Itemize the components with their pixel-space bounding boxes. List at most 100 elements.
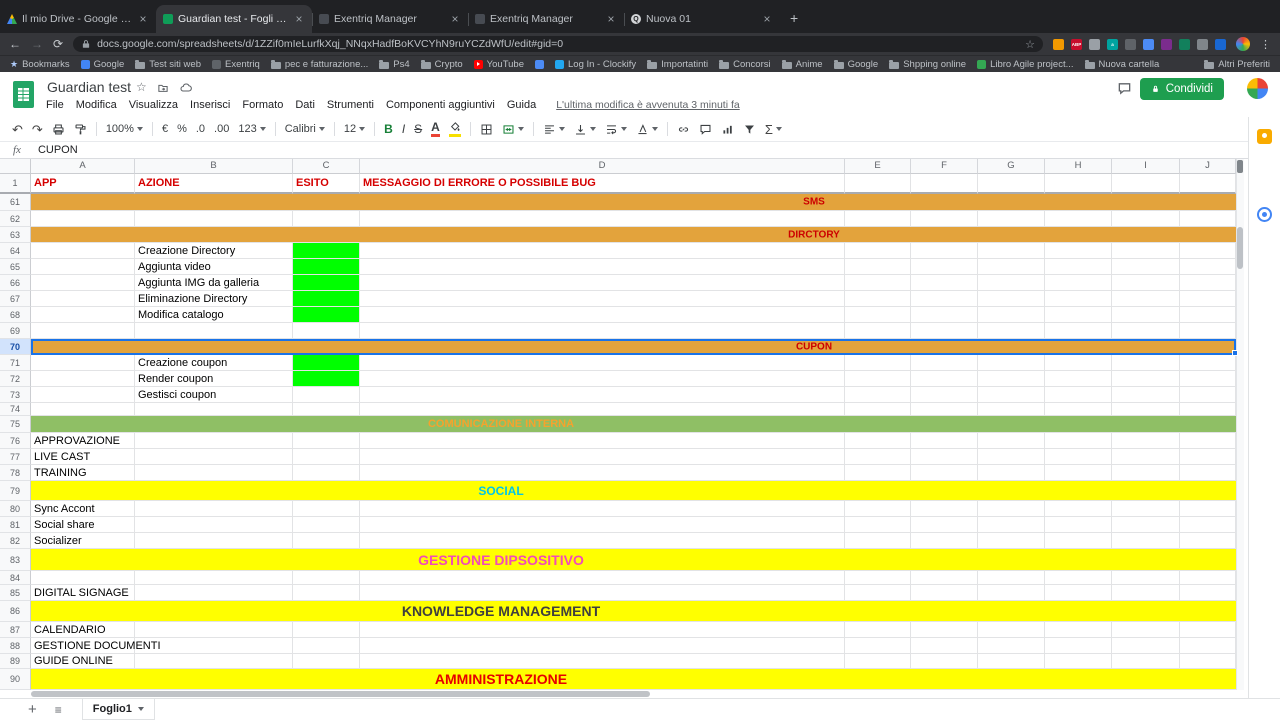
cell-F69[interactable] <box>911 323 978 339</box>
row-header-62[interactable]: 62 <box>0 211 31 227</box>
row-header-83[interactable]: 83 <box>0 549 31 571</box>
cell-B67[interactable]: Eliminazione Directory <box>135 291 293 307</box>
cell-H76[interactable] <box>1045 433 1112 449</box>
cell-F89[interactable] <box>911 654 978 669</box>
cell-C88[interactable] <box>293 638 360 654</box>
row-header-74[interactable]: 74 <box>0 403 31 416</box>
cell-D68[interactable] <box>360 307 845 323</box>
functions-button[interactable]: Σ <box>765 123 782 136</box>
cell-B73[interactable]: Gestisci coupon <box>135 387 293 403</box>
cell-G67[interactable] <box>978 291 1045 307</box>
cell-H67[interactable] <box>1045 291 1112 307</box>
cell-I78[interactable] <box>1112 465 1180 481</box>
cell-A89[interactable]: GUIDE ONLINE <box>31 654 135 669</box>
cell-F78[interactable] <box>911 465 978 481</box>
cell-D80[interactable] <box>360 501 845 517</box>
cell-A73[interactable] <box>31 387 135 403</box>
cell-A77[interactable]: LIVE CAST <box>31 449 135 465</box>
cell-F67[interactable] <box>911 291 978 307</box>
cell-G65[interactable] <box>978 259 1045 275</box>
cell-I77[interactable] <box>1112 449 1180 465</box>
column-header-D[interactable]: D <box>360 159 845 174</box>
cell-H80[interactable] <box>1045 501 1112 517</box>
cell-A71[interactable] <box>31 355 135 371</box>
cell-G84[interactable] <box>978 571 1045 585</box>
browser-menu-icon[interactable]: ⋮ <box>1260 38 1271 51</box>
extension-gray-3-icon[interactable] <box>1197 39 1208 50</box>
redo-icon[interactable]: ↷ <box>32 123 43 136</box>
row-header-80[interactable]: 80 <box>0 501 31 517</box>
back-icon[interactable]: ← <box>9 38 21 50</box>
row-header-68[interactable]: 68 <box>0 307 31 323</box>
cell-F76[interactable] <box>911 433 978 449</box>
fill-handle[interactable] <box>1232 350 1238 356</box>
cell-A62[interactable] <box>31 211 135 227</box>
bold-button[interactable]: B <box>384 123 393 135</box>
cell-C1[interactable]: ESITO <box>293 174 360 194</box>
cell-F81[interactable] <box>911 517 978 533</box>
menu-guida[interactable]: Guida <box>507 99 536 111</box>
paint-format-icon[interactable] <box>74 123 87 136</box>
bookmark-item[interactable]: Importatinti <box>647 59 708 70</box>
row-header-72[interactable]: 72 <box>0 371 31 387</box>
menu-formato[interactable]: Formato <box>242 99 283 111</box>
cell-E71[interactable] <box>845 355 911 371</box>
cell-C68[interactable] <box>293 307 360 323</box>
cell-E62[interactable] <box>845 211 911 227</box>
cell-F1[interactable] <box>911 174 978 194</box>
column-header-F[interactable]: F <box>911 159 978 174</box>
cell-D76[interactable] <box>360 433 845 449</box>
cell-H88[interactable] <box>1045 638 1112 654</box>
cell-C76[interactable] <box>293 433 360 449</box>
band-79[interactable]: SOCIAL <box>31 481 1236 501</box>
cell-B85[interactable] <box>135 585 293 601</box>
all-sheets-icon[interactable]: ≡ <box>55 704 62 716</box>
cell-I89[interactable] <box>1112 654 1180 669</box>
cell-I74[interactable] <box>1112 403 1180 416</box>
cell-B1[interactable]: AZIONE <box>135 174 293 194</box>
bookmark-item[interactable]: YouTube <box>474 59 524 70</box>
cell-I80[interactable] <box>1112 501 1180 517</box>
row-header-64[interactable]: 64 <box>0 243 31 259</box>
cell-F85[interactable] <box>911 585 978 601</box>
cell-A76[interactable]: APPROVAZIONE <box>31 433 135 449</box>
cell-J71[interactable] <box>1180 355 1236 371</box>
cell-I88[interactable] <box>1112 638 1180 654</box>
cell-J67[interactable] <box>1180 291 1236 307</box>
extension-green-icon[interactable] <box>1179 39 1190 50</box>
cell-C89[interactable] <box>293 654 360 669</box>
cell-F66[interactable] <box>911 275 978 291</box>
cell-E74[interactable] <box>845 403 911 416</box>
cell-J84[interactable] <box>1180 571 1236 585</box>
extension-orange-icon[interactable] <box>1053 39 1064 50</box>
cell-H73[interactable] <box>1045 387 1112 403</box>
cell-D87[interactable] <box>360 622 845 638</box>
cell-F88[interactable] <box>911 638 978 654</box>
cell-F80[interactable] <box>911 501 978 517</box>
cell-E66[interactable] <box>845 275 911 291</box>
cell-G72[interactable] <box>978 371 1045 387</box>
undo-icon[interactable]: ↶ <box>12 123 23 136</box>
cell-A78[interactable]: TRAINING <box>31 465 135 481</box>
tasks-icon[interactable] <box>1257 207 1272 222</box>
browser-tab[interactable]: Il mio Drive - Google Drive× <box>0 5 156 33</box>
sheet-tab-foglio1[interactable]: Foglio1 <box>82 699 155 720</box>
column-header-J[interactable]: J <box>1180 159 1236 174</box>
cell-I69[interactable] <box>1112 323 1180 339</box>
cell-H77[interactable] <box>1045 449 1112 465</box>
row-header-82[interactable]: 82 <box>0 533 31 549</box>
cell-H1[interactable] <box>1045 174 1112 194</box>
cell-B78[interactable] <box>135 465 293 481</box>
font-size-select[interactable]: 12 <box>344 124 365 135</box>
cell-G1[interactable] <box>978 174 1045 194</box>
cell-D89[interactable] <box>360 654 845 669</box>
cell-E78[interactable] <box>845 465 911 481</box>
other-bookmarks[interactable]: Altri Preferiti <box>1204 59 1270 70</box>
cell-J80[interactable] <box>1180 501 1236 517</box>
cell-F68[interactable] <box>911 307 978 323</box>
cell-D62[interactable] <box>360 211 845 227</box>
cell-G85[interactable] <box>978 585 1045 601</box>
bookmark-item[interactable]: Concorsi <box>719 59 771 70</box>
band-61[interactable]: SMS <box>31 194 1236 211</box>
menu-inserisci[interactable]: Inserisci <box>190 99 230 111</box>
